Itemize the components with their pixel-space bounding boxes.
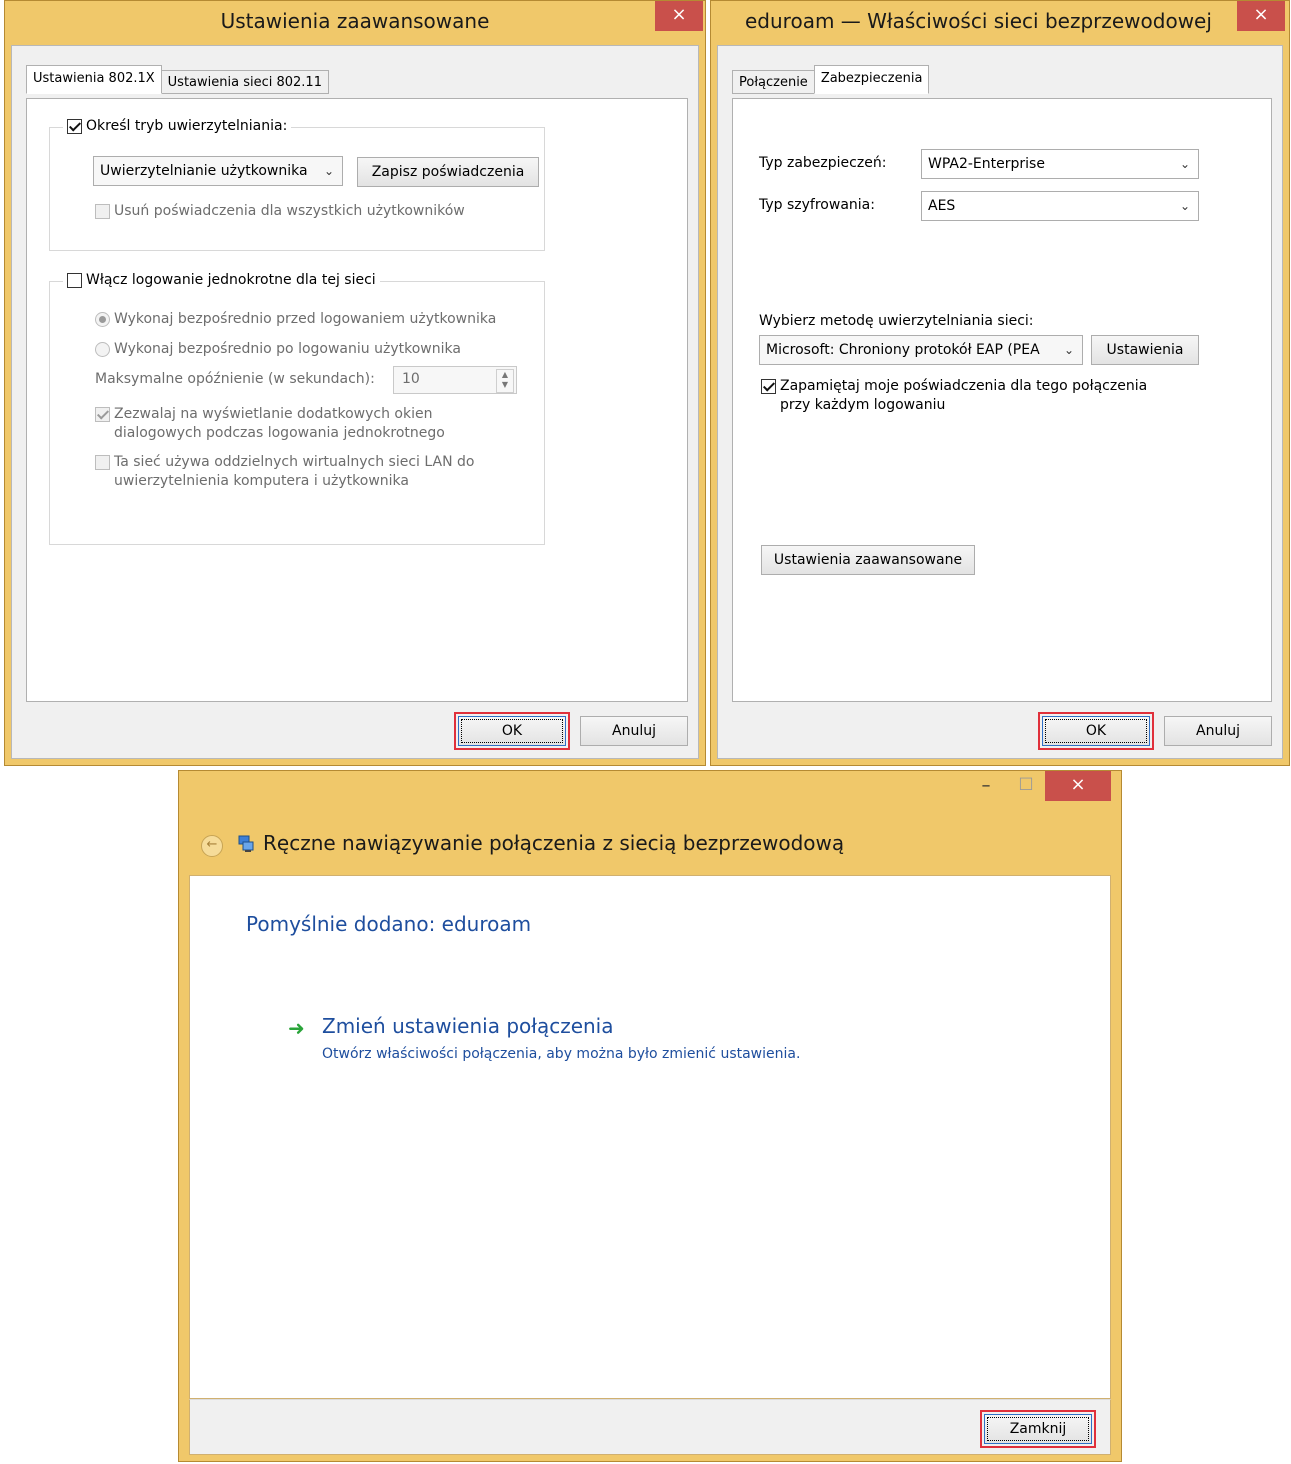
encryption-type-label: Typ szyfrowania: bbox=[759, 197, 875, 213]
sso-before-label: Wykonaj bezpośrednio przed logowaniem uż… bbox=[114, 311, 497, 327]
sso-legend[interactable]: Włącz logowanie jednokrotne dla tej siec… bbox=[63, 272, 380, 288]
save-credentials-button[interactable]: Zapisz poświadczenia bbox=[357, 157, 539, 187]
encryption-type-select[interactable]: AES ⌄ bbox=[921, 191, 1199, 221]
ok-button-label: OK bbox=[1045, 719, 1147, 743]
tab-strip: Ustawienia 802.1X Ustawienia sieci 802.1… bbox=[26, 65, 329, 99]
auth-mode-checkbox[interactable] bbox=[67, 118, 82, 134]
dialog-body: Połączenie Zabezpieczenia Typ zabezpiecz… bbox=[717, 45, 1283, 759]
manual-connect-wizard: – □ × ← Ręczne nawiązywanie połączenia z… bbox=[178, 770, 1122, 1462]
sso-checkbox[interactable] bbox=[67, 272, 82, 288]
max-delay-value: 10 bbox=[402, 371, 420, 387]
network-properties-dialog: eduroam — Właściwości sieci bezprzewodow… bbox=[710, 0, 1290, 766]
wizard-footer: Zamknij bbox=[189, 1399, 1111, 1455]
vlan-line1: Ta sieć używa oddzielnych wirtualnych si… bbox=[114, 454, 475, 470]
dialog-title: eduroam — Właściwości sieci bezprzewodow… bbox=[745, 9, 1212, 33]
ok-button-label: OK bbox=[461, 719, 563, 743]
dialog-title: Ustawienia zaawansowane bbox=[220, 9, 490, 33]
auth-method-select[interactable]: Microsoft: Chroniony protokół EAP (PEA ⌄ bbox=[759, 335, 1083, 365]
sso-after-label: Wykonaj bezpośrednio po logowaniu użytko… bbox=[114, 341, 461, 357]
minimize-button[interactable]: – bbox=[971, 775, 1001, 799]
sso-before-radio[interactable] bbox=[95, 311, 110, 327]
auth-method-value: Microsoft: Chroniony protokół EAP (PEA bbox=[766, 342, 1040, 358]
sso-after-radio[interactable] bbox=[95, 341, 110, 357]
vlan-text: Ta sieć używa oddzielnych wirtualnych si… bbox=[114, 453, 474, 491]
security-type-select[interactable]: WPA2-Enterprise ⌄ bbox=[921, 149, 1199, 179]
spinner-arrows-icon[interactable]: ▲ ▼ bbox=[496, 369, 514, 393]
vlan-line2: uwierzytelnienia komputera i użytkownika bbox=[114, 473, 409, 489]
sso-after-radio-row[interactable]: Wykonaj bezpośrednio po logowaniu użytko… bbox=[95, 341, 461, 357]
close-button[interactable]: × bbox=[1237, 1, 1285, 31]
tab-strip: Połączenie Zabezpieczenia bbox=[732, 65, 930, 99]
tab-connection[interactable]: Połączenie bbox=[732, 70, 815, 94]
cancel-button[interactable]: Anuluj bbox=[1164, 716, 1272, 746]
auth-mode-label: Określ tryb uwierzytelniania: bbox=[86, 118, 288, 134]
remember-line1: Zapamiętaj moje poświadczenia dla tego p… bbox=[780, 378, 1148, 394]
tab-panel: Określ tryb uwierzytelniania: Uwierzytel… bbox=[26, 98, 688, 702]
dialog-body: Ustawienia 802.1X Ustawienia sieci 802.1… bbox=[11, 45, 699, 759]
ok-button[interactable]: OK bbox=[1038, 712, 1154, 750]
chevron-down-icon: ⌄ bbox=[1060, 336, 1074, 364]
allow-dialogs-row[interactable]: Zezwalaj na wyświetlanie dodatkowych oki… bbox=[95, 405, 445, 443]
network-icon bbox=[237, 834, 255, 854]
max-delay-spinner[interactable]: 10 ▲ ▼ bbox=[393, 366, 517, 394]
chevron-down-icon: ⌄ bbox=[1179, 199, 1190, 213]
tab-security[interactable]: Zabezpieczenia bbox=[813, 65, 930, 94]
allow-dialogs-text: Zezwalaj na wyświetlanie dodatkowych oki… bbox=[114, 405, 445, 443]
remember-credentials-text: Zapamiętaj moje poświadczenia dla tego p… bbox=[780, 377, 1147, 415]
close-button[interactable]: × bbox=[1045, 771, 1111, 801]
advanced-settings-button[interactable]: Ustawienia zaawansowane bbox=[761, 545, 975, 575]
sso-label: Włącz logowanie jednokrotne dla tej siec… bbox=[86, 272, 376, 288]
allow-dialogs-checkbox[interactable] bbox=[95, 407, 110, 422]
vlan-checkbox[interactable] bbox=[95, 455, 110, 470]
close-dialog-button[interactable]: Zamknij bbox=[980, 1410, 1096, 1448]
green-arrow-icon: ➜ bbox=[288, 1016, 305, 1040]
tab-8021x[interactable]: Ustawienia 802.1X bbox=[26, 65, 162, 94]
allow-dialogs-line2: dialogowych podczas logowania jednokrotn… bbox=[114, 425, 445, 441]
change-settings-link[interactable]: Zmień ustawienia połączenia bbox=[322, 1014, 614, 1038]
change-settings-description: Otwórz właściwości połączenia, aby można… bbox=[322, 1046, 801, 1062]
security-type-label: Typ zabezpieczeń: bbox=[759, 155, 887, 171]
back-arrow-icon[interactable]: ← bbox=[201, 835, 223, 857]
close-button[interactable]: × bbox=[655, 1, 703, 31]
vlan-row[interactable]: Ta sieć używa oddzielnych wirtualnych si… bbox=[95, 453, 474, 491]
ok-button[interactable]: OK bbox=[454, 712, 570, 750]
auth-mode-legend[interactable]: Określ tryb uwierzytelniania: bbox=[63, 118, 292, 134]
advanced-settings-dialog: Ustawienia zaawansowane × Ustawienia 802… bbox=[4, 0, 706, 766]
chevron-down-icon: ⌄ bbox=[1179, 157, 1190, 171]
security-type-value: WPA2-Enterprise bbox=[928, 156, 1045, 172]
max-delay-label: Maksymalne opóźnienie (w sekundach): bbox=[95, 371, 375, 387]
wizard-content: Pomyślnie dodano: eduroam ➜ Zmień ustawi… bbox=[189, 875, 1111, 1399]
auth-mode-select-value: Uwierzytelnianie użytkownika bbox=[100, 163, 308, 179]
tab-80211[interactable]: Ustawienia sieci 802.11 bbox=[160, 70, 329, 94]
sso-before-radio-row[interactable]: Wykonaj bezpośrednio przed logowaniem uż… bbox=[95, 311, 496, 327]
success-heading: Pomyślnie dodano: eduroam bbox=[246, 912, 532, 936]
remember-credentials-row[interactable]: Zapamiętaj moje poświadczenia dla tego p… bbox=[761, 377, 1147, 415]
auth-settings-button[interactable]: Ustawienia bbox=[1091, 335, 1199, 365]
auth-method-label: Wybierz metodę uwierzytelniania sieci: bbox=[759, 313, 1034, 329]
tab-panel: Typ zabezpieczeń: WPA2-Enterprise ⌄ Typ … bbox=[732, 98, 1272, 702]
wizard-title: Ręczne nawiązywanie połączenia z siecią … bbox=[263, 831, 845, 855]
auth-mode-select[interactable]: Uwierzytelnianie użytkownika ⌄ bbox=[93, 156, 343, 186]
cancel-button[interactable]: Anuluj bbox=[580, 716, 688, 746]
delete-credentials-row[interactable]: Usuń poświadczenia dla wszystkich użytko… bbox=[95, 203, 465, 219]
remember-credentials-checkbox[interactable] bbox=[761, 379, 776, 394]
encryption-type-value: AES bbox=[928, 198, 956, 214]
auth-mode-group bbox=[49, 127, 545, 251]
chevron-down-icon: ⌄ bbox=[323, 164, 334, 178]
allow-dialogs-line1: Zezwalaj na wyświetlanie dodatkowych oki… bbox=[114, 406, 433, 422]
remember-line2: przy każdym logowaniu bbox=[780, 397, 946, 413]
maximize-button[interactable]: □ bbox=[1011, 773, 1041, 797]
close-dialog-button-label: Zamknij bbox=[987, 1417, 1089, 1441]
delete-credentials-label: Usuń poświadczenia dla wszystkich użytko… bbox=[114, 203, 465, 219]
delete-credentials-checkbox[interactable] bbox=[95, 203, 110, 219]
